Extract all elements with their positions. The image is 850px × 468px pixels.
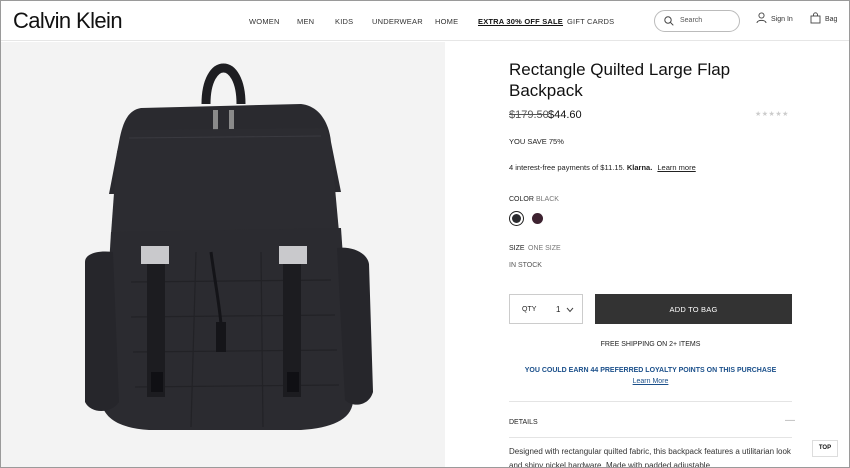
- nav-women[interactable]: WOMEN: [249, 17, 280, 26]
- collapse-icon[interactable]: —: [785, 415, 795, 426]
- qty-value: 1: [556, 305, 561, 314]
- back-to-top-button[interactable]: TOP: [812, 440, 838, 457]
- klarna-text: 4 interest-free payments of $11.15.: [509, 163, 625, 172]
- qty-label: QTY: [522, 306, 537, 313]
- nav-sale[interactable]: EXTRA 30% OFF SALE: [478, 17, 563, 26]
- sign-in-label: Sign In: [771, 16, 793, 23]
- free-shipping-text: FREE SHIPPING ON 2+ ITEMS: [600, 341, 701, 348]
- swatch-burgundy[interactable]: [532, 213, 543, 224]
- swatch-black[interactable]: [509, 211, 524, 226]
- original-price: $179.50: [509, 109, 549, 121]
- color-value: BLACK: [536, 196, 559, 203]
- loyalty-text: YOU COULD EARN 44 PREFERRED LOYALTY POIN…: [524, 367, 777, 374]
- rating-stars[interactable]: ★★★★★: [755, 110, 789, 118]
- bag-label: Bag: [825, 16, 838, 23]
- search-icon: [664, 16, 674, 26]
- color-label: COLOR: [509, 196, 534, 203]
- page-frame: Calvin Klein WOMEN MEN KIDS UNDERWEAR HO…: [0, 0, 850, 468]
- user-icon: [756, 12, 767, 24]
- nav-kids[interactable]: KIDS: [335, 17, 353, 26]
- search-placeholder: Search: [680, 17, 703, 24]
- product-description: Designed with rectangular quilted fabric…: [509, 447, 791, 468]
- nav-gift-cards[interactable]: GIFT CARDS: [567, 17, 614, 26]
- nav-home[interactable]: HOME: [435, 17, 458, 26]
- klarna-learn-more-link[interactable]: Learn more: [657, 163, 695, 172]
- nav-underwear[interactable]: UNDERWEAR: [372, 17, 423, 26]
- sale-price: $44.60: [548, 109, 582, 121]
- product-title: Rectangle Quilted Large Flap Backpack: [509, 60, 731, 100]
- chevron-down-icon: [566, 307, 574, 313]
- bag-icon: [810, 12, 821, 24]
- stock-status: IN STOCK: [509, 262, 542, 269]
- product-image[interactable]: [1, 42, 445, 467]
- search-box[interactable]: Search: [654, 10, 740, 32]
- divider: [509, 437, 792, 438]
- klarna-brand: Klarna.: [626, 163, 653, 172]
- divider: [509, 401, 792, 402]
- klarna-info: 4 interest-free payments of $11.15. Klar…: [509, 163, 696, 172]
- site-header: Calvin Klein WOMEN MEN KIDS UNDERWEAR HO…: [1, 1, 849, 41]
- details-toggle[interactable]: DETAILS: [509, 419, 538, 426]
- brand-logo[interactable]: Calvin Klein: [13, 8, 123, 34]
- size-label: SIZE: [509, 245, 525, 252]
- quantity-select[interactable]: QTY 1: [509, 294, 583, 324]
- swatch-black-fill: [512, 214, 521, 223]
- size-value: ONE SIZE: [528, 245, 561, 252]
- add-to-bag-button[interactable]: ADD TO BAG: [595, 294, 792, 324]
- savings-text: YOU SAVE 75%: [509, 137, 564, 146]
- loyalty-learn-more-link[interactable]: Learn More: [509, 378, 792, 385]
- backpack-illustration: [85, 63, 373, 430]
- nav-men[interactable]: MEN: [297, 17, 314, 26]
